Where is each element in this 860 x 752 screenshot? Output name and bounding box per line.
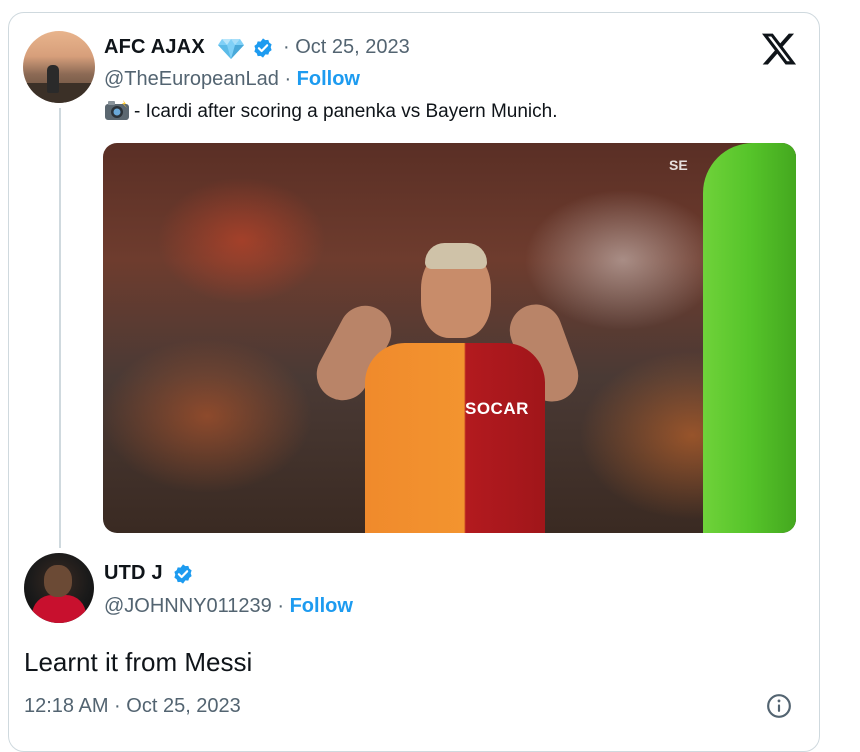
avatar[interactable] xyxy=(23,31,95,103)
tweet-text: - Icardi after scoring a panenka vs Baye… xyxy=(104,99,557,123)
author-name[interactable]: AFC AJAX xyxy=(104,36,205,59)
reply-author-name[interactable]: UTD J xyxy=(104,562,163,585)
handle-separator: · xyxy=(284,68,292,90)
handle-separator: · xyxy=(277,595,285,617)
verified-badge-icon xyxy=(174,564,192,584)
diamond-emoji-icon xyxy=(218,39,244,59)
reply-timestamp[interactable]: 12:18 AM · Oct 25, 2023 xyxy=(24,695,241,718)
reply-handle-row: @JOHNNY011239 · Follow xyxy=(104,595,353,618)
avatar[interactable] xyxy=(24,553,94,623)
follow-button[interactable]: Follow xyxy=(297,68,360,90)
follow-button[interactable]: Follow xyxy=(290,595,353,617)
info-icon[interactable] xyxy=(766,693,792,719)
avatar-shirt xyxy=(32,595,86,623)
author-handle-row: @TheEuropeanLad · Follow xyxy=(104,68,360,91)
x-logo-icon[interactable] xyxy=(760,30,798,68)
avatar-face xyxy=(44,565,72,597)
avatar-figure xyxy=(47,65,59,93)
tweet-date[interactable]: · Oct 25, 2023 xyxy=(283,36,410,59)
tweet-text-content: - Icardi after scoring a panenka vs Baye… xyxy=(134,101,558,122)
reply-text: Learnt it from Messi xyxy=(24,647,253,677)
thread-connector-line xyxy=(59,108,61,548)
media-player-hair xyxy=(425,243,487,269)
media-player-shirt xyxy=(365,343,545,533)
media-broadcaster-watermark: SE xyxy=(669,157,688,173)
camera-flash-emoji-icon xyxy=(105,100,129,120)
avatar-ground xyxy=(23,83,95,103)
date-text: Oct 25, 2023 xyxy=(295,36,410,58)
tweet-media-photo[interactable]: SOCAR SE xyxy=(103,143,796,533)
reply-author-handle[interactable]: @JOHNNY011239 xyxy=(104,595,272,617)
verified-badge-icon xyxy=(254,38,272,58)
media-sponsor-text: SOCAR xyxy=(465,399,529,418)
media-goalkeeper-foreground xyxy=(703,143,796,533)
author-handle[interactable]: @TheEuropeanLad xyxy=(104,68,279,90)
date-separator: · xyxy=(283,36,290,58)
